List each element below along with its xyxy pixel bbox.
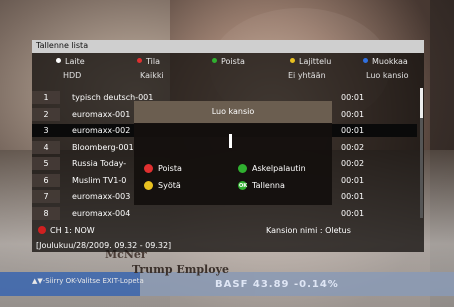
green-key-icon bbox=[212, 58, 217, 63]
edit-value: Luo kansio bbox=[366, 71, 409, 80]
record-icon bbox=[38, 226, 46, 234]
enter-option[interactable]: Syötä bbox=[144, 181, 181, 190]
yellow-key-icon bbox=[290, 58, 295, 63]
yellow-button-icon bbox=[144, 181, 153, 190]
channel-info: CH 1: NOW bbox=[38, 226, 95, 235]
list-item[interactable]: 8 euromaxx-004 00:01 bbox=[32, 207, 417, 220]
list-scrollbar[interactable] bbox=[420, 88, 423, 218]
key-hint-bar: ▲▼-Siirry OK-Valitse EXIT-Lopeta bbox=[32, 277, 144, 285]
delete-option[interactable]: Poista bbox=[144, 164, 182, 173]
save-option[interactable]: OK Tallenna bbox=[238, 181, 285, 190]
white-key-icon bbox=[56, 58, 61, 63]
create-folder-dialog: Luo kansio Poista Askelpalautin Syötä OK… bbox=[134, 101, 332, 205]
status-row: HDD Kaikki Ei yhtään Luo kansio bbox=[32, 70, 424, 83]
date-range: [Joulukuu/28/2009. 09.32 - 09.32] bbox=[36, 241, 172, 250]
red-key-icon bbox=[137, 58, 142, 63]
blue-key-icon bbox=[363, 58, 368, 63]
green-button-icon bbox=[238, 164, 247, 173]
dialog-title: Luo kansio bbox=[134, 101, 332, 123]
text-cursor[interactable] bbox=[229, 134, 232, 148]
scrollbar-thumb[interactable] bbox=[420, 88, 423, 118]
title-bar: Tallenne lista bbox=[32, 40, 424, 53]
function-key-row: Laite Tila Poista Lajittelu Muokkaa bbox=[32, 56, 424, 69]
state-value: Kaikki bbox=[140, 71, 164, 80]
ticker-text: BASF 43.89 -0.14% bbox=[215, 279, 339, 290]
sort-value: Ei yhtään bbox=[288, 71, 326, 80]
device-value: HDD bbox=[63, 71, 82, 80]
backspace-option[interactable]: Askelpalautin bbox=[238, 164, 306, 173]
fn-lajittelu[interactable]: Lajittelu bbox=[290, 57, 331, 66]
window-title: Tallenne lista bbox=[36, 41, 89, 50]
fn-tila[interactable]: Tila bbox=[137, 57, 160, 66]
ok-button-icon: OK bbox=[238, 181, 248, 190]
lower-third-role: Trump Employe bbox=[132, 263, 229, 276]
red-button-icon bbox=[144, 164, 153, 173]
folder-name: Kansion nimi : Oletus bbox=[266, 226, 351, 235]
fn-poista[interactable]: Poista bbox=[212, 57, 245, 66]
fn-muokkaa[interactable]: Muokkaa bbox=[363, 57, 408, 66]
fn-laite[interactable]: Laite bbox=[56, 57, 85, 66]
